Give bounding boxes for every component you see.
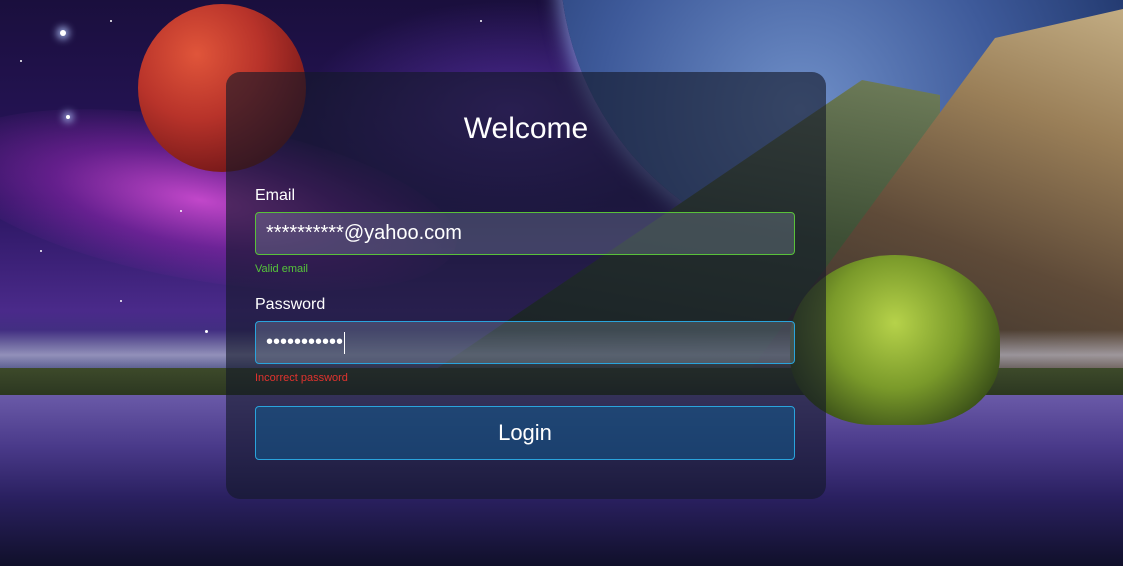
star [110, 20, 112, 22]
login-card: Welcome Email **********@yahoo.com Valid… [226, 72, 826, 499]
email-valid-hint: Valid email [255, 263, 308, 275]
star [120, 300, 122, 302]
star [180, 210, 182, 212]
star [40, 250, 42, 252]
bright-star [66, 115, 70, 119]
password-value: ••••••••••• [266, 331, 344, 353]
login-button[interactable]: Login [255, 406, 795, 460]
page-title: Welcome [463, 112, 589, 145]
text-caret [344, 331, 346, 354]
background-scene: Welcome Email **********@yahoo.com Valid… [0, 0, 1123, 566]
email-field[interactable]: **********@yahoo.com [255, 212, 795, 255]
email-value: **********@yahoo.com [266, 222, 462, 244]
password-error-hint: Incorrect password [255, 372, 348, 384]
star [20, 60, 22, 62]
password-field[interactable]: ••••••••••• [255, 321, 795, 364]
bright-star [60, 30, 66, 36]
password-label: Password [255, 296, 326, 313]
star [480, 20, 482, 22]
email-label: Email [255, 187, 296, 204]
